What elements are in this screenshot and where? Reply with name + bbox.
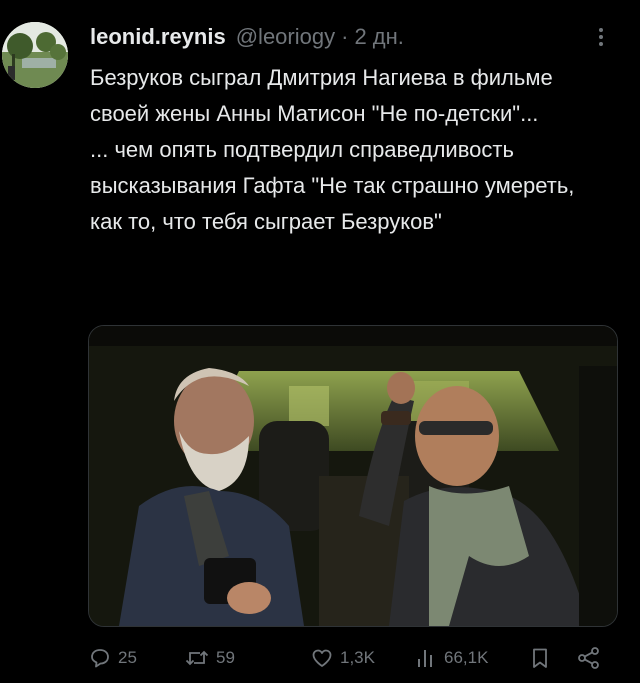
tweet-paragraph: Безруков сыграл Дмитрия Нагиева в фильме… — [90, 65, 553, 126]
like-button[interactable]: 1,3K — [310, 643, 375, 673]
bar-chart-icon — [418, 650, 432, 667]
avatar[interactable] — [2, 22, 68, 88]
repost-button[interactable]: 59 — [184, 643, 235, 673]
author-handle[interactable]: @leoriogy — [236, 24, 335, 50]
avatar-image — [2, 22, 68, 88]
reply-bubble-icon — [91, 649, 109, 668]
tweet-header: leonid.reynis @leoriogy · 2 дн. — [90, 24, 404, 50]
repost-count: 59 — [216, 648, 235, 667]
like-count: 1,3K — [340, 648, 375, 667]
share-button[interactable] — [576, 643, 602, 673]
post-time[interactable]: 2 дн. — [354, 24, 403, 50]
separator-dot: · — [341, 24, 349, 49]
bookmark-button[interactable] — [528, 643, 552, 673]
more-dots-icon — [599, 28, 603, 32]
tweet: leonid.reynis @leoriogy · 2 дн. Безруков… — [0, 0, 640, 683]
more-dots-icon — [599, 35, 603, 39]
bookmark-icon — [533, 648, 547, 668]
share-icon — [578, 647, 599, 669]
heart-icon — [312, 649, 332, 667]
views-button[interactable]: 66,1K — [416, 643, 488, 673]
author-name[interactable]: leonid.reynis — [90, 24, 226, 50]
reply-button[interactable]: 25 — [88, 643, 137, 673]
view-count: 66,1K — [444, 648, 489, 667]
tweet-paragraph: ... чем опять подтвердил справедливость … — [90, 137, 575, 234]
tweet-media-image[interactable] — [88, 325, 618, 627]
more-dots-icon — [599, 42, 603, 46]
more-options-button[interactable] — [588, 24, 614, 50]
photo-car-interior — [89, 326, 617, 626]
repost-arrows-icon — [185, 650, 209, 666]
tweet-actions: 25 59 1,3K 66,1K — [88, 643, 616, 673]
reply-count: 25 — [118, 648, 137, 667]
tweet-text: Безруков сыграл Дмитрия Нагиева в фильме… — [90, 60, 610, 240]
